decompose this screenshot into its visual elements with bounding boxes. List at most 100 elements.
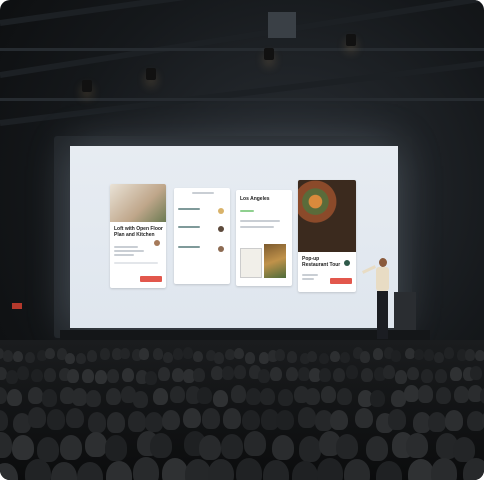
audience-head — [85, 389, 101, 408]
audience-head — [257, 368, 270, 383]
text-line — [240, 220, 280, 222]
card-title: Loft with Open Floor Plan and Kitchen — [114, 226, 163, 238]
menu-photo — [240, 248, 262, 278]
audience-head — [221, 366, 234, 380]
item-line — [178, 246, 200, 248]
audience-head — [424, 349, 435, 361]
audience-head — [321, 385, 337, 403]
audience-head — [269, 366, 282, 381]
audience-head — [413, 348, 424, 361]
audience-head — [366, 435, 389, 461]
audience-head — [233, 365, 246, 379]
audience-head — [443, 347, 454, 359]
audience-head — [71, 388, 87, 406]
audience-head — [106, 388, 122, 406]
audience-head — [24, 459, 51, 480]
audience-head — [121, 368, 134, 383]
audience-head — [406, 366, 419, 381]
audience-head — [454, 385, 470, 404]
audience-head — [44, 368, 57, 383]
audience-head — [470, 365, 483, 380]
audience-head — [3, 350, 14, 362]
food-spread-photo — [298, 180, 356, 252]
projection-screen: Loft with Open Floor Plan and Kitchen Lo… — [70, 146, 398, 328]
audience-head — [430, 457, 457, 480]
text-line — [240, 226, 274, 228]
audience-head — [305, 387, 321, 405]
audience-head — [214, 352, 225, 364]
audience-head — [193, 350, 204, 363]
audience-head — [262, 459, 289, 480]
ceiling-truss — [0, 98, 484, 101]
audience-head — [184, 459, 211, 480]
audience-head — [286, 351, 297, 363]
app-card-restaurant: Pop-up Restaurant Tour — [298, 180, 356, 292]
audience-head — [480, 386, 484, 405]
audience-head — [76, 352, 87, 365]
audience-head — [120, 347, 131, 360]
audience-head — [105, 435, 128, 461]
audience-head — [99, 348, 110, 360]
stage-light — [82, 80, 92, 92]
audience-head — [94, 370, 107, 385]
audience-head — [27, 386, 43, 404]
audience-head — [231, 385, 247, 403]
audience-head — [107, 412, 126, 434]
audience-head — [275, 349, 286, 361]
tag — [240, 210, 254, 212]
audience-head — [47, 408, 66, 430]
app-card-loft: Loft with Open Floor Plan and Kitchen — [110, 184, 166, 288]
avatar — [154, 240, 160, 246]
audience-head — [336, 434, 359, 460]
audience-head — [11, 434, 34, 461]
audience-head — [16, 366, 29, 380]
audience-head — [449, 367, 462, 382]
book-button — [330, 278, 352, 284]
audience-head — [201, 408, 220, 430]
text-line — [114, 250, 144, 252]
audience-head — [435, 386, 451, 405]
text-line — [114, 254, 134, 256]
audience-head — [463, 458, 484, 480]
presenter-head — [379, 258, 387, 267]
audience-head — [67, 368, 80, 383]
presenter-shirt — [376, 267, 389, 291]
audience-head — [444, 410, 463, 432]
audience-head — [319, 367, 332, 382]
audience-head — [182, 407, 201, 429]
audience-head — [173, 348, 184, 360]
audience-head — [332, 368, 345, 382]
audience-head — [329, 350, 340, 363]
audience-head — [192, 367, 205, 382]
avatar — [218, 226, 224, 232]
audience-head — [196, 387, 212, 405]
stage-light — [346, 34, 356, 46]
text-line — [302, 278, 314, 280]
audience-head — [329, 409, 348, 431]
card-title: Pop-up Restaurant Tour — [302, 256, 341, 268]
avatar — [218, 208, 224, 214]
audience-head — [340, 351, 351, 364]
item-line — [178, 208, 200, 210]
text-line — [114, 246, 138, 248]
avatar — [218, 246, 224, 252]
audience-head — [127, 411, 146, 433]
food-photo — [264, 244, 286, 278]
book-button — [140, 276, 162, 282]
audience-head — [382, 365, 395, 379]
ceiling-beam — [0, 56, 484, 126]
conference-photo: Loft with Open Floor Plan and Kitchen Lo… — [0, 0, 484, 480]
audience-head — [213, 389, 229, 408]
presenter-legs — [377, 291, 388, 339]
audience-head — [7, 388, 23, 406]
audience-head — [144, 411, 163, 433]
audience-head — [271, 435, 294, 461]
audience-head — [5, 370, 18, 385]
audience-head — [198, 434, 221, 460]
audience-head — [260, 388, 276, 406]
audience-head — [474, 349, 484, 362]
audience-head — [138, 348, 149, 360]
audience-head — [87, 411, 106, 433]
audience-head — [369, 390, 385, 408]
audience-head — [243, 431, 266, 457]
